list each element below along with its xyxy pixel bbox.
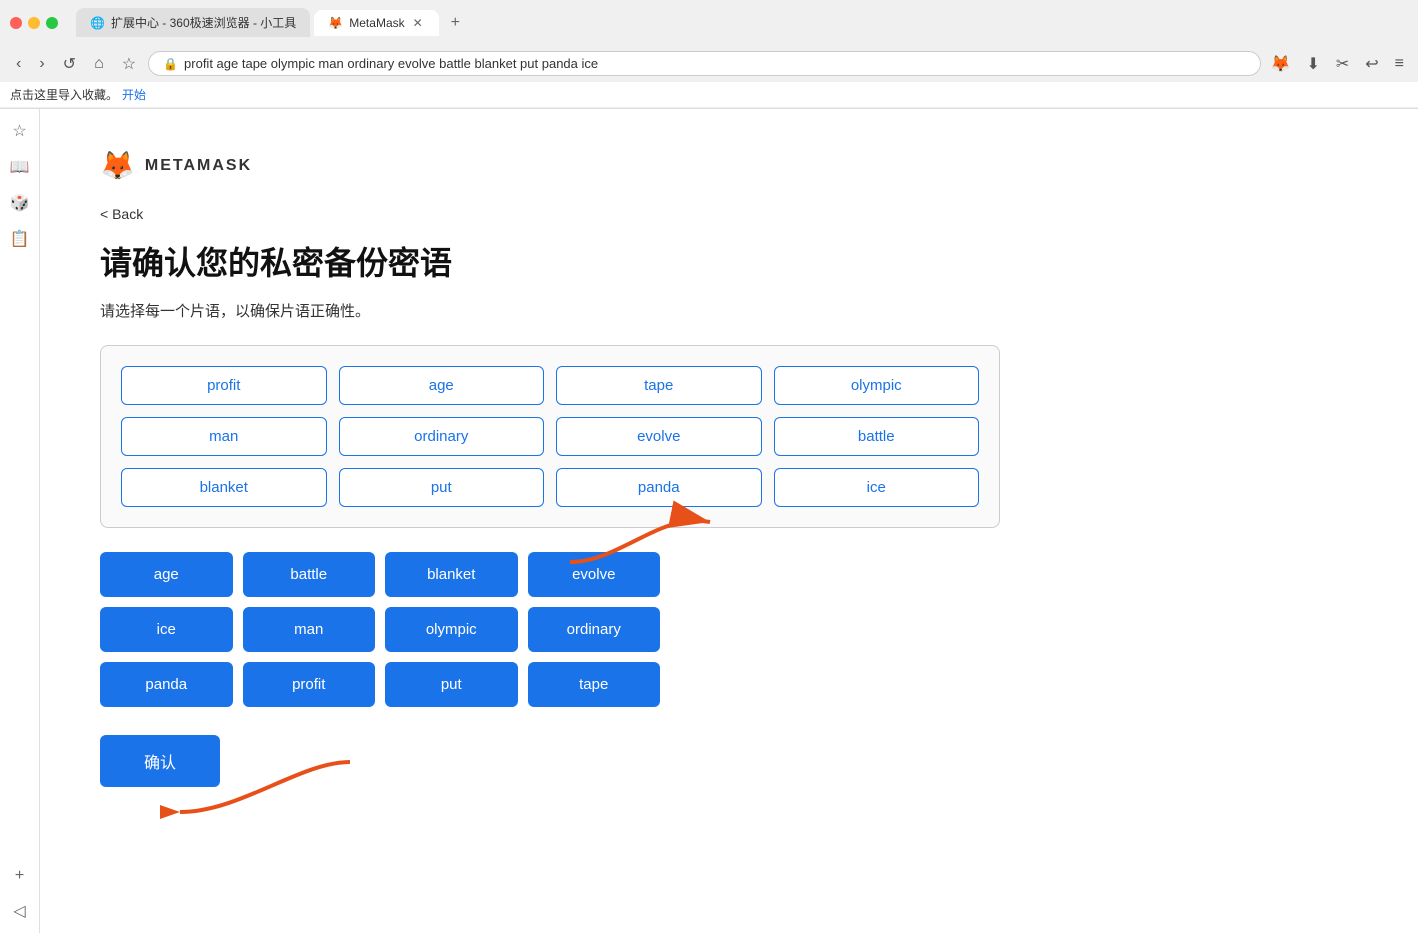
new-tab-button[interactable]: + (443, 10, 468, 36)
page-content: 🦊 METAMASK < Back 请确认您的私密备份密语 请选择每一个片语，以… (40, 109, 1418, 933)
star-button[interactable]: ☆ (116, 52, 142, 76)
sidebar-collapse-icon[interactable]: ◁ (13, 901, 25, 921)
scissors-button[interactable]: ✂ (1332, 52, 1353, 76)
main-layout: ☆ 📖 🎲 📋 + ◁ 🦊 METAMASK < Back 请确认您的私密备份密… (0, 109, 1418, 933)
window-controls (10, 17, 58, 29)
title-bar: 🌐 扩展中心 - 360极速浏览器 - 小工具 🦊 MetaMask ✕ + (0, 0, 1418, 45)
address-bar: ‹ › ↺ ⌂ ☆ 🔒 profit age tape olympic man … (0, 45, 1418, 82)
page-subtitle: 请选择每一个片语，以确保片语正确性。 (100, 300, 1000, 321)
word-chip-battle[interactable]: battle (774, 417, 980, 456)
content-wrapper: 🦊 METAMASK < Back 请确认您的私密备份密语 请选择每一个片语，以… (100, 149, 1000, 787)
back-button[interactable]: ‹ (10, 53, 27, 75)
download-button[interactable]: ⬇ (1302, 52, 1323, 76)
word-chip-ice[interactable]: ice (774, 468, 980, 507)
menu-button[interactable]: ≡ (1391, 53, 1408, 75)
lock-icon: 🔒 (163, 57, 178, 71)
word-button-evolve[interactable]: evolve (528, 552, 661, 597)
sidebar-games-icon[interactable]: 🎲 (10, 193, 30, 213)
tab-extensions-label: 扩展中心 - 360极速浏览器 - 小工具 (111, 14, 296, 31)
bottom-section: agebattleblanketevolve icemanolympicordin… (100, 552, 1000, 707)
minimize-window-button[interactable] (28, 17, 40, 29)
metamask-logo-icon: 🦊 (100, 149, 135, 182)
word-button-blanket[interactable]: blanket (385, 552, 518, 597)
word-chip-olympic[interactable]: olympic (774, 366, 980, 405)
reload-button[interactable]: ↺ (57, 52, 82, 76)
sidebar-add-icon[interactable]: + (15, 867, 24, 885)
tab-extensions[interactable]: 🌐 扩展中心 - 360极速浏览器 - 小工具 (76, 8, 310, 37)
word-chip-evolve[interactable]: evolve (556, 417, 762, 456)
word-selection-box: profit agetape olympic man ordinary evolve bat… (100, 345, 1000, 528)
close-window-button[interactable] (10, 17, 22, 29)
tab-close-icon[interactable]: ✕ (411, 16, 425, 30)
sidebar: ☆ 📖 🎲 📋 + ◁ (0, 109, 40, 933)
page-title: 请确认您的私密备份密语 (100, 238, 1000, 284)
bookmark-text: 点击这里导入收藏。 (10, 86, 118, 103)
word-button-tape[interactable]: tape (528, 662, 661, 707)
word-chip-man[interactable]: man (121, 417, 327, 456)
word-button-ice[interactable]: ice (100, 607, 233, 652)
confirm-button[interactable]: 确认 (100, 735, 220, 787)
sidebar-clipboard-icon[interactable]: 📋 (10, 229, 30, 249)
word-chip-tape[interactable]: tape (556, 366, 762, 405)
word-button-put[interactable]: put (385, 662, 518, 707)
bookmark-start-link[interactable]: 开始 (122, 86, 146, 103)
address-text: profit age tape olympic man ordinary evo… (184, 56, 598, 71)
metamask-brand-title: METAMASK (145, 157, 252, 175)
word-selection-grid: profit agetape olympic man ordinary evolve bat… (121, 366, 979, 507)
tab-metamask[interactable]: 🦊 MetaMask ✕ (314, 10, 438, 36)
history-button[interactable]: ↩ (1361, 52, 1382, 76)
metamask-extension-button[interactable]: 🦊 (1267, 52, 1295, 76)
word-chip-put[interactable]: put (339, 468, 545, 507)
word-chip-blanket[interactable]: blanket (121, 468, 327, 507)
tab-bar: 🌐 扩展中心 - 360极速浏览器 - 小工具 🦊 MetaMask ✕ + (66, 8, 1408, 37)
tab-extensions-icon: 🌐 (90, 16, 105, 30)
sidebar-reading-icon[interactable]: 📖 (10, 157, 30, 177)
tab-metamask-icon: 🦊 (328, 16, 343, 30)
metamask-header: 🦊 METAMASK (100, 149, 1000, 182)
home-button[interactable]: ⌂ (88, 53, 110, 75)
word-chip-profit[interactable]: profit (121, 366, 327, 405)
word-button-olympic[interactable]: olympic (385, 607, 518, 652)
browser-chrome: 🌐 扩展中心 - 360极速浏览器 - 小工具 🦊 MetaMask ✕ + ‹… (0, 0, 1418, 109)
word-button-profit[interactable]: profit (243, 662, 376, 707)
forward-button[interactable]: › (33, 53, 50, 75)
address-input[interactable]: 🔒 profit age tape olympic man ordinary e… (148, 51, 1260, 76)
word-button-age[interactable]: age (100, 552, 233, 597)
bookmark-bar: 点击这里导入收藏。 开始 (0, 82, 1418, 108)
back-link[interactable]: < Back (100, 206, 143, 222)
word-button-man[interactable]: man (243, 607, 376, 652)
word-chip-age[interactable]: age (339, 366, 545, 405)
sidebar-favorites-icon[interactable]: ☆ (12, 121, 26, 141)
word-button-battle[interactable]: battle (243, 552, 376, 597)
browser-actions: 🦊 ⬇ ✂ ↩ ≡ (1267, 52, 1408, 76)
word-chip-panda[interactable]: panda (556, 468, 762, 507)
word-button-ordinary[interactable]: ordinary (528, 607, 661, 652)
word-chip-ordinary[interactable]: ordinary (339, 417, 545, 456)
maximize-window-button[interactable] (46, 17, 58, 29)
word-button-panda[interactable]: panda (100, 662, 233, 707)
tab-metamask-label: MetaMask (349, 16, 404, 30)
word-buttons-grid: agebattleblanketevolve icemanolympicordin… (100, 552, 660, 707)
